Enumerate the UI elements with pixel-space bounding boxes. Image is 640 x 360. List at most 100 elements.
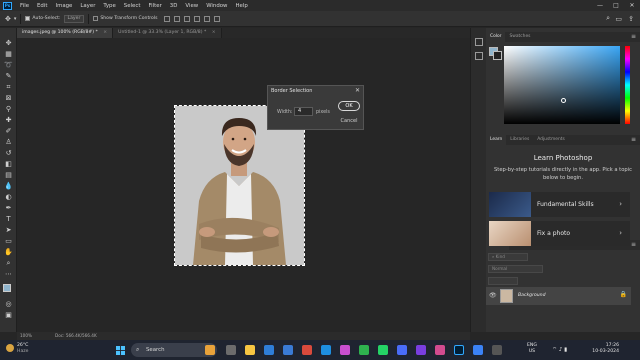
align-middle-icon[interactable] bbox=[203, 15, 210, 22]
quick-mask-icon[interactable]: ◎ bbox=[4, 300, 13, 309]
background-color-swatch[interactable] bbox=[493, 51, 502, 60]
store-icon[interactable] bbox=[283, 345, 293, 355]
panel-menu-icon[interactable]: ≡ bbox=[631, 240, 636, 250]
menu-help[interactable]: Help bbox=[231, 3, 251, 9]
search-icon[interactable]: ⌕ bbox=[606, 14, 610, 23]
language-indicator[interactable]: ENG US bbox=[527, 343, 537, 355]
photoshop-taskbar-icon[interactable] bbox=[454, 345, 464, 355]
hand-tool-icon[interactable]: ✋ bbox=[4, 248, 13, 257]
close-tab-icon[interactable]: × bbox=[103, 30, 107, 35]
blur-tool-icon[interactable]: 💧 bbox=[4, 182, 13, 191]
more-tools-icon[interactable]: ⋯ bbox=[4, 270, 13, 279]
quick-select-tool-icon[interactable]: ✎ bbox=[4, 72, 13, 81]
transform-controls-checkbox[interactable] bbox=[93, 16, 99, 21]
task-view-icon[interactable] bbox=[226, 345, 236, 355]
cancel-button[interactable]: Cancel bbox=[338, 116, 360, 126]
visibility-eye-icon[interactable]: 👁 bbox=[489, 292, 497, 299]
learn-card-fundamental-skills[interactable]: Fundamental Skills › bbox=[489, 192, 630, 217]
copilot-icon[interactable] bbox=[205, 345, 215, 355]
ok-button[interactable]: OK bbox=[338, 101, 360, 111]
tab-untitled-1[interactable]: Untitled-1 @ 33.3% (Layer 1, RGB/8) * × bbox=[113, 28, 222, 38]
type-tool-icon[interactable]: T bbox=[4, 215, 13, 224]
zoom-tool-icon[interactable]: ⌕ bbox=[4, 259, 13, 268]
minimize-button[interactable]: — bbox=[592, 0, 608, 11]
menu-window[interactable]: Window bbox=[202, 3, 231, 9]
menu-layer[interactable]: Layer bbox=[76, 3, 99, 9]
align-top-icon[interactable] bbox=[193, 15, 200, 22]
dodge-tool-icon[interactable]: ◐ bbox=[4, 193, 13, 202]
canvas-area[interactable] bbox=[17, 38, 486, 331]
lock-icon[interactable]: 🔒 bbox=[620, 291, 627, 298]
lasso-tool-icon[interactable]: ➰ bbox=[4, 61, 13, 70]
brush-tool-icon[interactable]: ✐ bbox=[4, 127, 13, 136]
tab-color[interactable]: Color bbox=[486, 32, 506, 42]
history-panel-icon[interactable] bbox=[475, 38, 483, 46]
windows-start-icon[interactable] bbox=[116, 346, 125, 355]
align-bottom-icon[interactable] bbox=[213, 15, 220, 22]
path-select-tool-icon[interactable]: ➤ bbox=[4, 226, 13, 235]
share-icon[interactable]: ⇪ bbox=[628, 15, 634, 23]
tab-learn[interactable]: Learn bbox=[486, 135, 507, 145]
menu-edit[interactable]: Edit bbox=[33, 3, 51, 9]
blend-mode-select[interactable]: Normal bbox=[488, 265, 543, 273]
tab-adjustments[interactable]: Adjustments bbox=[533, 135, 569, 145]
tab-swatches[interactable]: Swatches bbox=[505, 32, 534, 42]
color-picker-field[interactable] bbox=[504, 46, 620, 124]
menu-file[interactable]: File bbox=[16, 3, 33, 9]
move-tool-icon[interactable]: ✥ bbox=[5, 15, 11, 23]
chrome-icon[interactable] bbox=[302, 345, 312, 355]
clock[interactable]: 17:26 10-03-2024 bbox=[589, 343, 619, 355]
panel-menu-icon[interactable]: ≡ bbox=[631, 32, 636, 42]
layer-filter[interactable]: ⌕ Kind bbox=[488, 253, 528, 261]
app-icon[interactable] bbox=[492, 345, 502, 355]
menu-3d[interactable]: 3D bbox=[166, 3, 182, 9]
rectangle-tool-icon[interactable]: ▭ bbox=[4, 237, 13, 246]
workspace-icon[interactable]: ▭ bbox=[615, 15, 622, 23]
app-icon[interactable] bbox=[416, 345, 426, 355]
artboard-tool-icon[interactable]: ▦ bbox=[4, 50, 13, 59]
menu-type[interactable]: Type bbox=[99, 3, 119, 9]
gradient-tool-icon[interactable]: ▤ bbox=[4, 171, 13, 180]
align-left-icon[interactable] bbox=[163, 15, 170, 22]
history-brush-tool-icon[interactable]: ↺ bbox=[4, 149, 13, 158]
pen-tool-icon[interactable]: ✒ bbox=[4, 204, 13, 213]
menu-filter[interactable]: Filter bbox=[144, 3, 165, 9]
close-button[interactable]: ✕ bbox=[624, 0, 640, 11]
file-explorer-icon[interactable] bbox=[245, 345, 255, 355]
width-input[interactable]: 4 bbox=[294, 107, 313, 116]
menu-image[interactable]: Image bbox=[51, 3, 76, 9]
align-right-icon[interactable] bbox=[183, 15, 190, 22]
close-icon[interactable]: ✕ bbox=[355, 86, 360, 96]
crop-tool-icon[interactable]: ⌗ bbox=[4, 83, 13, 92]
tab-images-jpeg[interactable]: images.jpeg @ 100% (RGB/8#) * × bbox=[17, 28, 114, 38]
tray-icons[interactable]: ⌔ ♪ ▮ bbox=[552, 346, 567, 353]
close-tab-icon[interactable]: × bbox=[212, 30, 216, 35]
properties-panel-icon[interactable] bbox=[475, 52, 483, 60]
whatsapp-icon[interactable] bbox=[378, 345, 388, 355]
lock-options[interactable] bbox=[488, 277, 518, 285]
maximize-button[interactable]: □ bbox=[608, 0, 624, 11]
hue-slider[interactable] bbox=[625, 46, 630, 124]
screen-mode-icon[interactable]: ▣ bbox=[4, 311, 13, 320]
panel-menu-icon[interactable]: ≡ bbox=[631, 135, 636, 145]
frame-tool-icon[interactable]: ⊠ bbox=[4, 94, 13, 103]
app-icon[interactable] bbox=[397, 345, 407, 355]
tab-libraries[interactable]: Libraries bbox=[506, 135, 533, 145]
mail-icon[interactable] bbox=[321, 345, 331, 355]
auto-select-target[interactable]: Layer bbox=[63, 14, 85, 23]
zoom-level[interactable]: 100% bbox=[20, 332, 32, 340]
app-icon[interactable] bbox=[359, 345, 369, 355]
edge-icon[interactable] bbox=[264, 345, 274, 355]
app-icon[interactable] bbox=[473, 345, 483, 355]
menu-select[interactable]: Select bbox=[120, 3, 145, 9]
move-tool-icon[interactable]: ✥ bbox=[4, 39, 13, 48]
stamp-tool-icon[interactable]: ♙ bbox=[4, 138, 13, 147]
align-center-icon[interactable] bbox=[173, 15, 180, 22]
eraser-tool-icon[interactable]: ◧ bbox=[4, 160, 13, 169]
layer-row-background[interactable]: 👁 Background 🔒 bbox=[486, 287, 631, 305]
menu-view[interactable]: View bbox=[181, 3, 202, 9]
foreground-color-swatch[interactable] bbox=[3, 284, 11, 292]
eyedropper-tool-icon[interactable]: ⚲ bbox=[4, 105, 13, 114]
learn-card-fix-a-photo[interactable]: Fix a photo › bbox=[489, 221, 630, 246]
app-icon[interactable] bbox=[340, 345, 350, 355]
